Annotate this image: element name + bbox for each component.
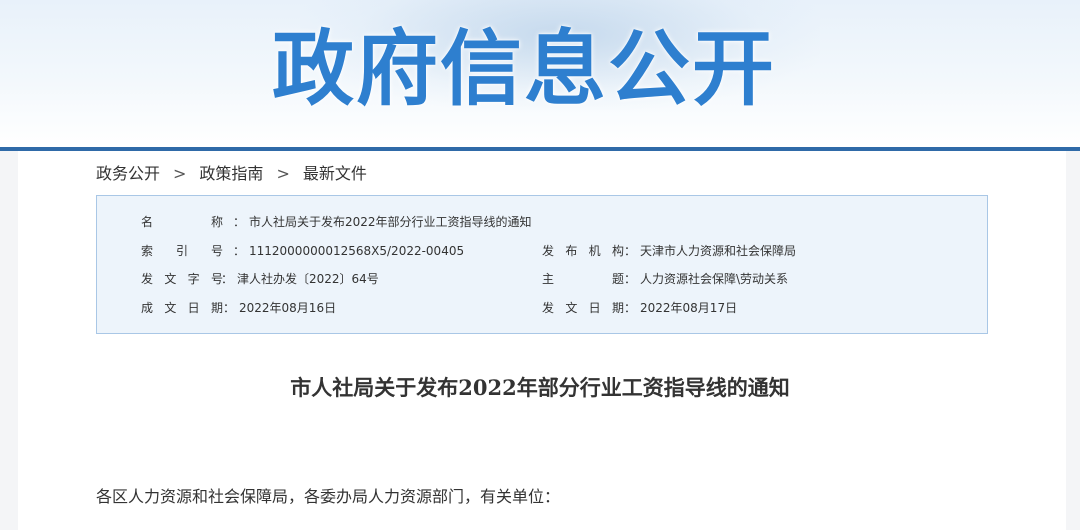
breadcrumb: 政务公开 > 政策指南 > 最新文件 bbox=[96, 161, 367, 187]
info-value-issued: 2022年08月17日 bbox=[640, 301, 738, 315]
breadcrumb-item-public-affairs[interactable]: 政务公开 bbox=[96, 161, 160, 187]
info-value-docno: 津人社办发〔2022〕64号 bbox=[237, 272, 379, 286]
info-label-index: 索 引 号 bbox=[141, 244, 223, 258]
info-row-topic: 主 题： 人力资源社会保障\劳动关系 bbox=[542, 270, 788, 288]
info-value-topic: 人力资源社会保障\劳动关系 bbox=[640, 272, 789, 286]
info-label-docno: 发 文 字 号 bbox=[141, 272, 223, 286]
info-colon: ： bbox=[233, 215, 246, 229]
info-value-index: 1112000000012568X5/2022-00405 bbox=[249, 244, 465, 258]
header-banner: 政府信息公开 bbox=[0, 0, 1080, 147]
info-colon: ： bbox=[223, 301, 236, 315]
info-value-publisher: 天津市人力资源和社会保障局 bbox=[640, 244, 797, 258]
info-colon: ： bbox=[624, 244, 637, 258]
info-colon: ： bbox=[221, 272, 234, 286]
banner-title: 政府信息公开 bbox=[272, 22, 777, 117]
info-row-name: 名 称 ：市人社局关于发布2022年部分行业工资指导线的通知 bbox=[141, 213, 532, 231]
info-value-name: 市人社局关于发布2022年部分行业工资指导线的通知 bbox=[249, 215, 532, 229]
info-row-docno: 发 文 字 号： 津人社办发〔2022〕64号 bbox=[141, 270, 379, 288]
info-colon: ： bbox=[624, 301, 637, 315]
info-label-issued: 发 文 日 期 bbox=[542, 301, 624, 315]
breadcrumb-separator: > bbox=[276, 164, 290, 183]
document-salutation: 各区人力资源和社会保障局，各委办局人力资源部门，有关单位： bbox=[96, 487, 561, 506]
info-colon: ： bbox=[233, 244, 246, 258]
info-label-created: 成 文 日 期 bbox=[141, 301, 223, 315]
info-row-issued: 发 文 日 期： 2022年08月17日 bbox=[542, 299, 737, 317]
breadcrumb-item-policy-guide[interactable]: 政策指南 bbox=[199, 161, 263, 187]
info-row-created: 成 文 日 期： 2022年08月16日 bbox=[141, 299, 336, 317]
breadcrumb-separator: > bbox=[173, 164, 187, 183]
info-label-name: 名 称 bbox=[141, 215, 223, 229]
info-row-index: 索 引 号 ： 1112000000012568X5/2022-00405 bbox=[141, 242, 464, 260]
document-title: 市人社局关于发布2022年部分行业工资指导线的通知 bbox=[290, 375, 790, 400]
breadcrumb-item-latest-files[interactable]: 最新文件 bbox=[303, 161, 367, 187]
info-label-publisher: 发 布 机 构 bbox=[542, 244, 624, 258]
info-colon: ： bbox=[624, 272, 637, 286]
info-value-created: 2022年08月16日 bbox=[239, 301, 337, 315]
info-row-publisher: 发 布 机 构： 天津市人力资源和社会保障局 bbox=[542, 242, 796, 260]
info-label-topic: 主 题 bbox=[542, 272, 624, 286]
